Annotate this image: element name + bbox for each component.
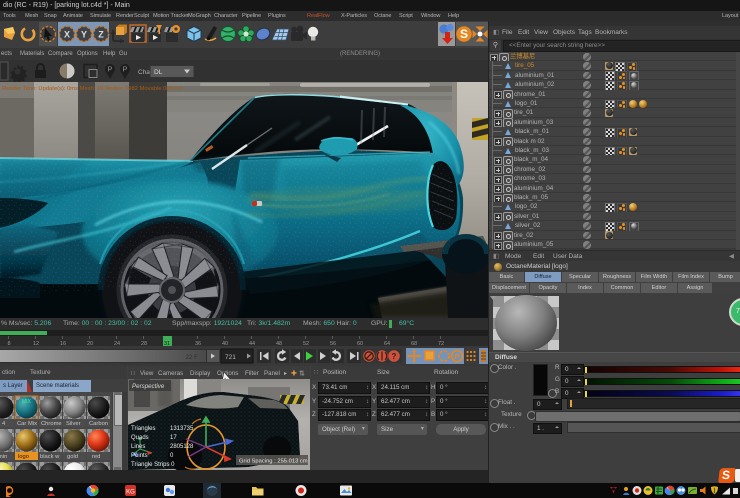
svg-text:Chrome: Chrome — [41, 421, 62, 427]
svg-text:?: ? — [392, 352, 397, 361]
svg-text:Perspective: Perspective — [132, 383, 165, 390]
svg-text:P: P — [454, 352, 459, 361]
svg-text:P: P — [108, 67, 113, 74]
svg-text:Lines: Lines — [131, 444, 145, 450]
svg-text:Display: Display — [190, 370, 211, 377]
svg-text:Y: Y — [81, 29, 87, 39]
svg-text:Triangle Strips 0: Triangle Strips 0 — [131, 462, 175, 468]
svg-text:min: min — [0, 454, 7, 460]
svg-text:Cameras: Cameras — [158, 370, 183, 377]
svg-text:Carbon: Carbon — [89, 421, 108, 427]
svg-text:Render Time: Update(s): 0ms M: Render Time: Update(s): 0ms Mesh: 10 Nod… — [2, 86, 182, 92]
svg-text:▸: ▸ — [284, 370, 287, 377]
svg-text:∷: ∷ — [131, 370, 135, 377]
svg-text:View: View — [140, 370, 154, 377]
svg-text:Silver: Silver — [66, 421, 81, 427]
svg-text:Points: Points — [131, 453, 148, 459]
svg-text:DL: DL — [154, 69, 163, 76]
svg-text:✚: ✚ — [291, 370, 297, 378]
svg-text:S: S — [460, 27, 468, 41]
svg-text:X: X — [64, 29, 70, 39]
svg-text:Grid Spacing : 255.013 cm: Grid Spacing : 255.013 cm — [239, 459, 308, 465]
svg-text:red: red — [92, 454, 100, 460]
svg-text:MIX: MIX — [22, 399, 32, 405]
svg-text:black w: black w — [40, 454, 60, 460]
svg-text:Panel: Panel — [264, 370, 280, 377]
svg-text:2805128: 2805128 — [170, 444, 194, 450]
svg-text:17: 17 — [170, 435, 177, 441]
svg-text:Filter: Filter — [245, 370, 259, 377]
svg-text:Car Mix: Car Mix — [17, 421, 37, 427]
svg-text:logo: logo — [18, 454, 29, 460]
svg-text:1313735: 1313735 — [170, 426, 194, 432]
svg-text:22 F: 22 F — [185, 354, 198, 361]
svg-text:Quads: Quads — [131, 435, 149, 441]
svg-text:⇅: ⇅ — [299, 371, 305, 378]
svg-text:P: P — [123, 67, 128, 74]
svg-text:721: 721 — [225, 354, 236, 361]
svg-text:gold: gold — [67, 454, 78, 460]
svg-text:KG: KG — [126, 490, 135, 496]
svg-text:Z: Z — [98, 29, 104, 39]
svg-text:Triangles: Triangles — [131, 426, 155, 432]
